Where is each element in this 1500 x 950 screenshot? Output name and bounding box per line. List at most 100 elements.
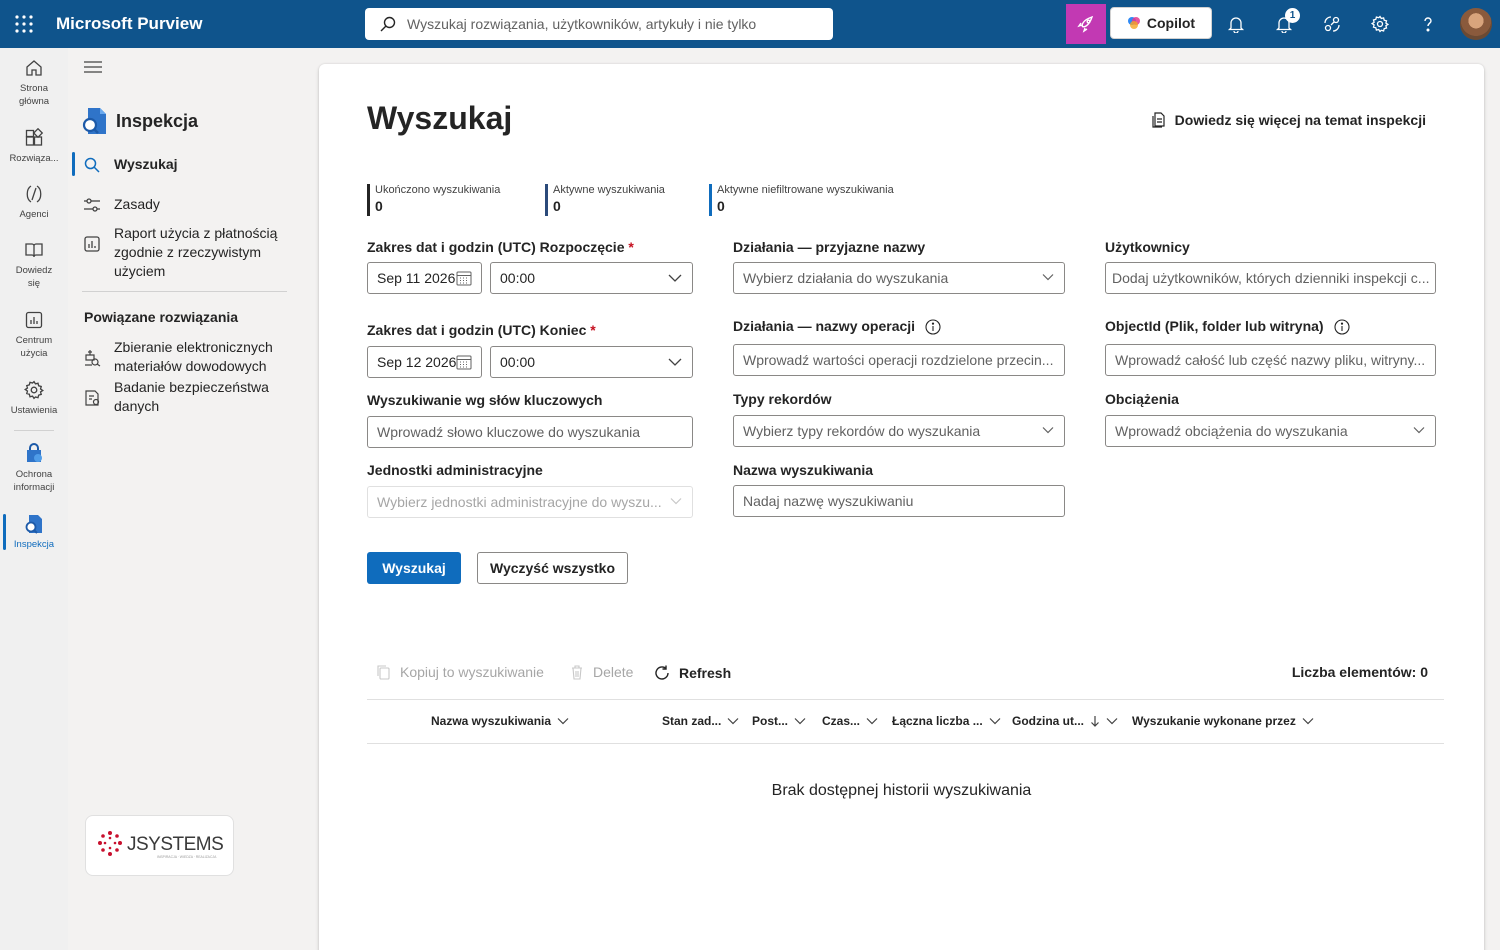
report-icon (82, 234, 102, 254)
nav-header-title: Inspekcja (116, 110, 199, 131)
keyword-input[interactable]: Wprowadź słowo kluczowe do wyszukania (367, 416, 693, 448)
avatar[interactable] (1460, 8, 1492, 40)
rail-item-agents[interactable]: Agenci (0, 182, 68, 221)
investigation-icon (82, 388, 102, 408)
global-search[interactable] (365, 8, 833, 40)
document-icon (1151, 112, 1167, 128)
required-mark: * (590, 322, 596, 338)
app-launcher-icon[interactable] (14, 14, 34, 34)
objectid-input[interactable]: Wprowadź całość lub część nazwy pliku, w… (1105, 344, 1436, 376)
record-types-dropdown[interactable]: Wybierz typy rekordów do wyszukania (733, 415, 1065, 447)
column-header-progress[interactable]: Post... (752, 714, 806, 728)
column-header-created-time[interactable]: Godzina ut... (1012, 714, 1118, 728)
start-date-label: Zakres dat i godzin (UTC) Rozpoczęcie * (367, 239, 634, 255)
book-icon (22, 238, 46, 262)
nav-item-label: Zbieranie elektronicznych materiałów dow… (114, 339, 273, 374)
activities-friendly-label: Działania — przyjazne nazwy (733, 239, 926, 255)
search-icon (379, 15, 397, 33)
activities-ops-label-text: Działania — nazwy operacji (733, 318, 916, 334)
nav-related-header: Powiązane rozwiązania (84, 309, 239, 325)
rail-item-label: Agenci (19, 209, 49, 220)
nav-item-search[interactable]: Wyszukaj (82, 155, 178, 175)
search-button[interactable]: Wyszukaj (367, 552, 461, 584)
learn-more-link[interactable]: Dowiedz się więcej na temat inspekcji (1151, 112, 1426, 128)
stat-label: Aktywne wyszukiwania (553, 184, 665, 196)
shield-lock-icon (22, 442, 46, 466)
refresh-icon (653, 664, 671, 682)
rail-item-label: Ustawienia (10, 405, 58, 416)
nav-item-policies[interactable]: Zasady (82, 195, 160, 215)
svg-text:INSPIRACJA · WIEDZA · REALIZAC: INSPIRACJA · WIEDZA · REALIZACJA (157, 855, 217, 859)
rail-item-solutions[interactable]: Rozwiąza... (0, 126, 68, 165)
sort-down-arrow-icon (1090, 715, 1100, 727)
stat-value: 0 (553, 198, 561, 214)
admin-units-dropdown[interactable]: Wybierz jednostki administracyjne do wys… (367, 486, 693, 518)
copy-search-button[interactable]: Kopiuj to wyszukiwanie (376, 664, 544, 680)
app-title[interactable]: Microsoft Purview (56, 14, 202, 34)
delete-button[interactable]: Delete (569, 664, 633, 680)
nav-item-ediscovery[interactable]: Zbieranie elektronicznych materiałów dow… (82, 338, 282, 376)
activities-ops-input[interactable]: Wprowadź wartości operacji rozdzielone p… (733, 344, 1065, 376)
start-date-label-text: Zakres dat i godzin (UTC) Rozpoczęcie (367, 239, 625, 255)
end-time-value: 00:00 (500, 354, 536, 370)
end-date-picker[interactable]: Sep 12 2026 (367, 346, 482, 378)
chevron-down-icon (668, 273, 682, 283)
gear-icon (22, 378, 46, 402)
stat-bar (545, 184, 548, 216)
column-header-time[interactable]: Czas... (822, 714, 878, 728)
rail-item-label: Rozwiąza... (9, 153, 59, 164)
audit-icon (80, 106, 108, 136)
clear-all-button[interactable]: Wyczyść wszystko (477, 552, 628, 584)
end-time-dropdown[interactable]: 00:00 (490, 346, 693, 378)
refresh-button[interactable]: Refresh (653, 664, 731, 682)
workloads-dropdown[interactable]: Wprowadź obciążenia do wyszukania (1105, 415, 1436, 447)
column-header-total-count[interactable]: Łączna liczba ... (892, 714, 1001, 728)
hamburger-icon[interactable] (84, 60, 102, 74)
page-title: Wyszukaj (367, 100, 513, 136)
rail-item-label: Dowiedz się (15, 265, 53, 289)
users-input[interactable]: Dodaj użytkowników, których dzienniki in… (1105, 262, 1436, 294)
home-icon (22, 56, 46, 80)
table-header-divider (367, 743, 1444, 744)
activities-friendly-dropdown[interactable]: Wybierz działania do wyszukania (733, 262, 1065, 294)
info-icon[interactable] (925, 319, 941, 335)
column-header-performed-by[interactable]: Wyszukanie wykonane przez (1132, 714, 1314, 728)
copilot-icon (1127, 16, 1141, 30)
gear-icon[interactable] (1368, 12, 1392, 36)
search-input[interactable] (407, 8, 827, 40)
rail-item-usage[interactable]: Centrum użycia (0, 308, 68, 360)
rail-item-label: Ochrona informacji (13, 469, 55, 493)
required-mark: * (628, 239, 634, 255)
stat-value: 0 (375, 198, 383, 214)
trash-icon (569, 664, 585, 680)
start-time-dropdown[interactable]: 00:00 (490, 262, 693, 294)
rail-item-settings[interactable]: Ustawienia (0, 378, 68, 417)
connections-icon[interactable] (1320, 12, 1344, 36)
calendar-icon (456, 354, 472, 370)
start-date-picker[interactable]: Sep 11 2026 (367, 262, 482, 294)
copilot-button[interactable]: Copilot (1110, 7, 1212, 39)
bell-icon[interactable] (1224, 12, 1248, 36)
admin-units-placeholder: Wybierz jednostki administracyjne do wys… (377, 494, 662, 510)
search-icon (82, 155, 102, 175)
solutions-icon (22, 126, 46, 150)
nav-active-indicator (72, 152, 75, 176)
chevron-down-icon (1106, 717, 1118, 725)
rail-item-home[interactable]: Strona główna (0, 56, 68, 108)
info-icon[interactable] (1334, 319, 1350, 335)
svg-text:JSYSTEMS: JSYSTEMS (127, 834, 223, 855)
column-header-job-status[interactable]: Stan zad... (662, 714, 739, 728)
chevron-down-icon (668, 357, 682, 367)
search-name-input[interactable]: Nadaj nazwę wyszukiwaniu (733, 485, 1065, 517)
rail-item-information-protection[interactable]: Ochrona informacji (0, 442, 68, 494)
rocket-button[interactable] (1066, 4, 1106, 44)
help-icon[interactable] (1416, 12, 1440, 36)
column-header-search-name[interactable]: Nazwa wyszukiwania (431, 714, 569, 728)
rail-item-audit[interactable]: Inspekcja (0, 512, 68, 551)
nav-item-data-security-investigation[interactable]: Badanie bezpieczeństwa danych (82, 378, 282, 416)
nav-item-payg-report[interactable]: Raport użycia z płatnością zgodnie z rze… (82, 224, 282, 281)
chevron-down-icon (794, 717, 806, 725)
end-date-label-text: Zakres dat i godzin (UTC) Koniec (367, 322, 587, 338)
record-types-placeholder: Wybierz typy rekordów do wyszukania (743, 423, 981, 439)
rail-item-learn[interactable]: Dowiedz się (0, 238, 68, 290)
